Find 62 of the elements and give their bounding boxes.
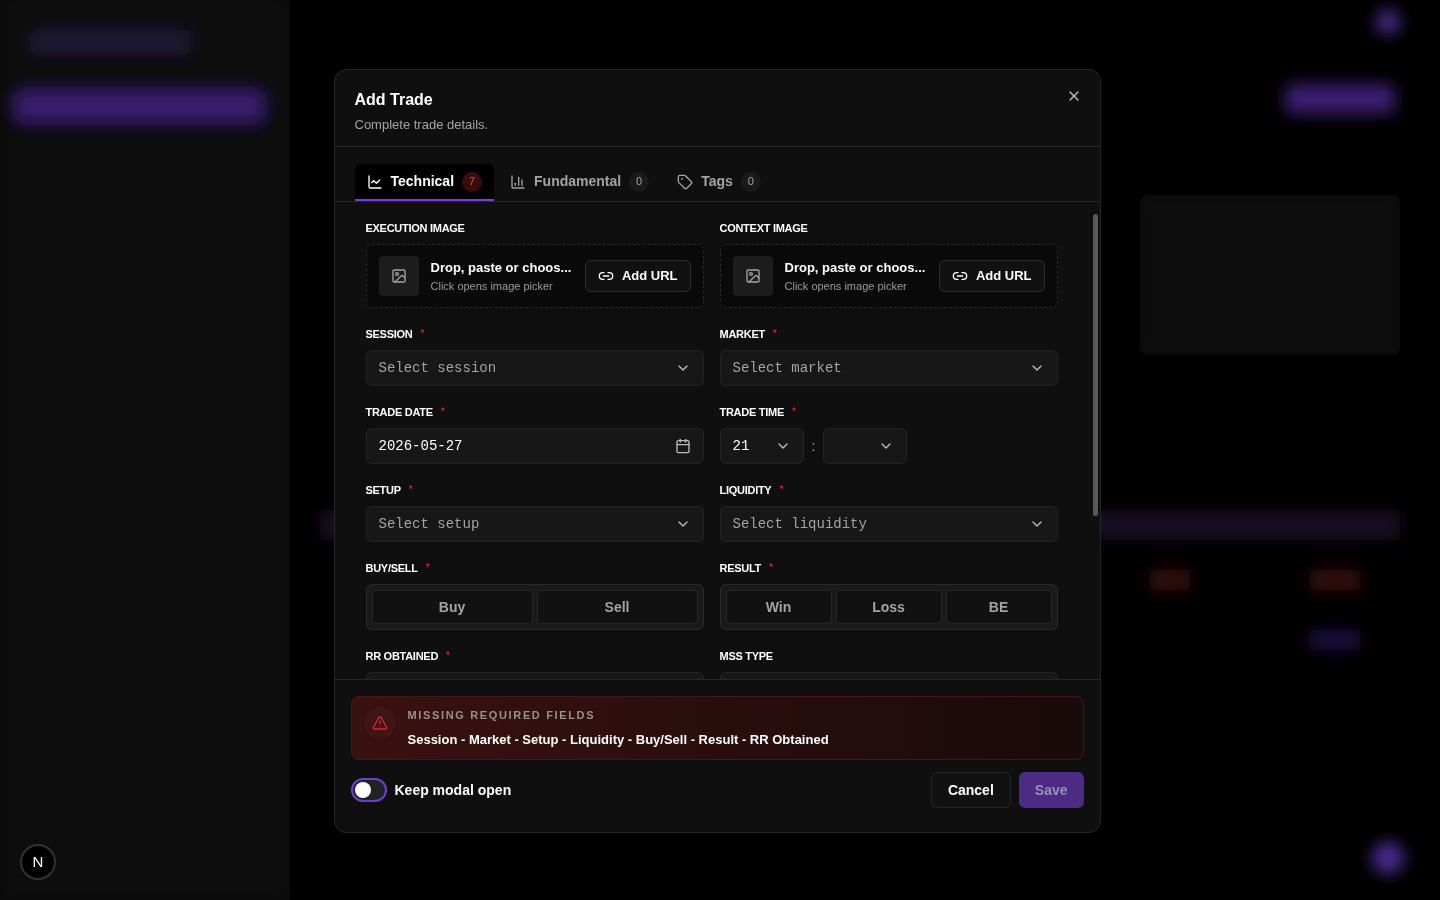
required-mark: * (769, 563, 773, 573)
count-badge: 0 (629, 171, 650, 192)
field-label: SETUP (365, 482, 401, 498)
drop-title: Drop, paste or choos... (784, 259, 927, 277)
error-title: MISSING REQUIRED FIELDS (407, 708, 597, 723)
option-button[interactable]: Loss (835, 590, 942, 624)
tab[interactable]: Fundamental 0 (498, 164, 662, 201)
required-mark: * (408, 485, 413, 495)
field-label: TRADE TIME (719, 404, 784, 420)
option-button[interactable]: Win (725, 590, 832, 624)
drop-title: Drop, paste or choos... (430, 259, 573, 277)
time-separator: : (811, 437, 816, 456)
field-label: MARKET (719, 326, 765, 342)
add-url-button[interactable]: Add URL (938, 260, 1045, 292)
required-mark: * (440, 407, 445, 417)
bar-chart-icon (510, 173, 527, 190)
field-label: SESSION (365, 326, 413, 342)
cancel-button[interactable]: Cancel (930, 772, 1011, 808)
option-button[interactable]: Buy (371, 590, 533, 624)
option-button[interactable]: BE (945, 590, 1052, 624)
keep-open-switch[interactable] (350, 778, 387, 802)
dialog-title: Add Trade (354, 91, 433, 108)
select-field[interactable]: Select setup (365, 506, 704, 542)
required-mark: * (425, 563, 430, 573)
date-field[interactable]: 2026-05-27 (365, 428, 704, 464)
field-label: RR OBTAINED (365, 648, 439, 664)
image-placeholder-icon (378, 256, 419, 296)
drop-hint: Click opens image picker (430, 278, 554, 294)
line-chart-icon (366, 173, 383, 190)
required-mark: * (772, 329, 777, 339)
select-field[interactable]: Select liquidity (719, 506, 1058, 542)
option-button[interactable]: Sell (536, 590, 698, 624)
image-drop-zone[interactable]: Drop, paste or choos... Click opens image picker Add URL (719, 244, 1058, 308)
required-mark: * (420, 329, 425, 339)
select-field[interactable]: Select market (719, 350, 1058, 386)
keep-open-label: Keep modal open (394, 780, 512, 800)
tag-icon (677, 173, 694, 190)
scrollbar[interactable] (1092, 214, 1098, 516)
field-label: BUY/SELL (365, 560, 418, 576)
required-mark: * (779, 485, 784, 495)
dialog-subtitle: Complete trade details. (354, 117, 489, 132)
count-badge: 7 (462, 171, 483, 192)
add-url-button[interactable]: Add URL (584, 260, 691, 292)
hour-select[interactable]: 21 (719, 428, 804, 464)
image-drop-zone[interactable]: Drop, paste or choos... Click opens image picker Add URL (365, 244, 704, 308)
field-label: LIQUIDITY (719, 482, 772, 498)
field-label: EXECUTION IMAGE (365, 220, 465, 236)
required-mark: * (446, 651, 450, 661)
select-field[interactable]: Select session (365, 350, 704, 386)
field-label: TRADE DATE (365, 404, 433, 420)
tab[interactable]: Tags 0 (665, 164, 773, 201)
field-label: MSS TYPE (719, 648, 773, 664)
image-placeholder-icon (732, 256, 773, 296)
calendar-icon (674, 438, 691, 454)
error-message: Session - Market - Setup - Liquidity - Buy/Sell - Result - RR Obtained (407, 730, 829, 749)
drop-hint: Click opens image picker (784, 278, 908, 294)
tab[interactable]: Technical 7 (354, 164, 495, 201)
field-label: RESULT (719, 560, 762, 576)
count-badge: 0 (740, 171, 761, 192)
warning-icon (363, 707, 396, 739)
field-label: CONTEXT IMAGE (719, 220, 808, 236)
required-mark: * (792, 407, 796, 417)
